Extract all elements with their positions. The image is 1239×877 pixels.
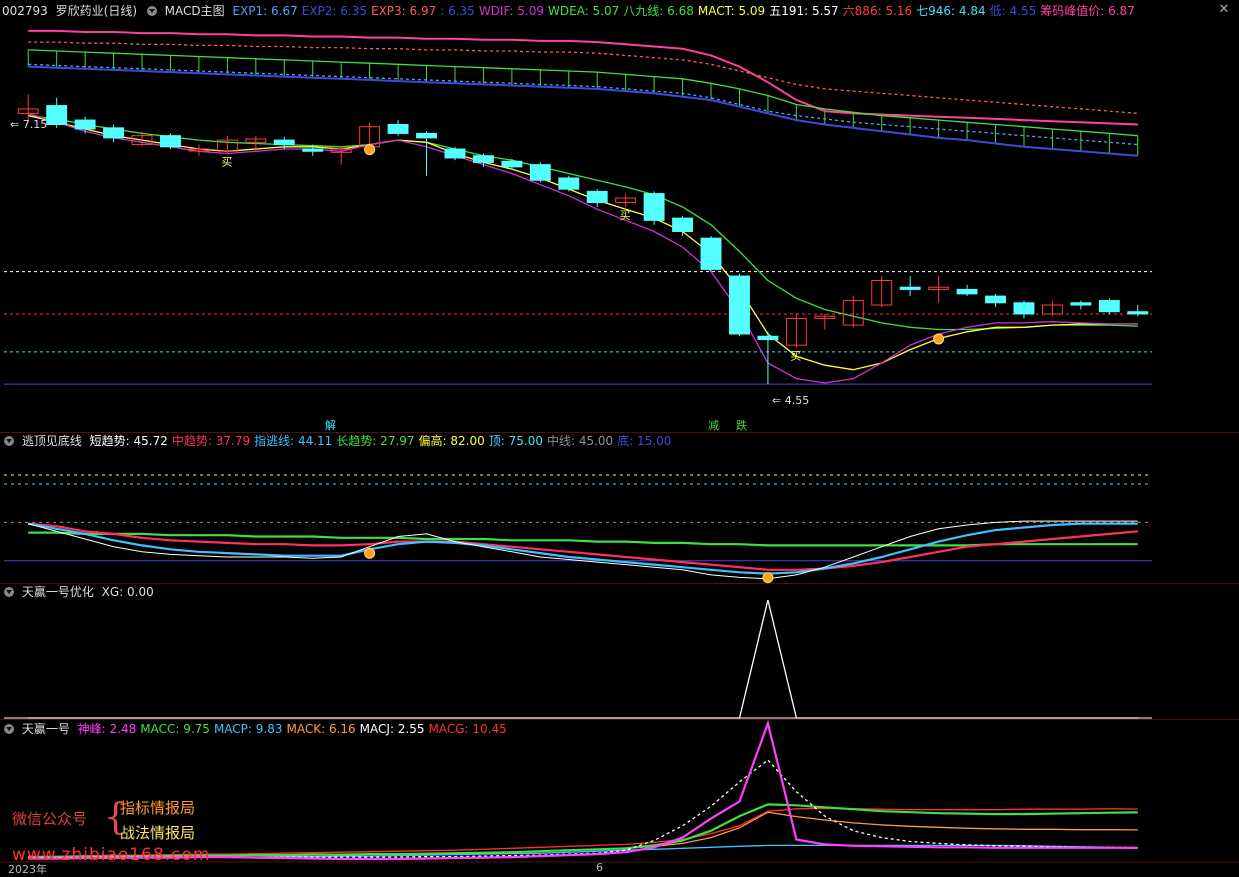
overlay-line-EXP1	[28, 63, 1138, 146]
candle-body	[1098, 300, 1120, 313]
candle-body	[1127, 311, 1149, 315]
overlay-line-WDIF	[28, 112, 1138, 384]
candle-body	[985, 295, 1006, 304]
signal-jie: 解	[325, 419, 336, 432]
candle-body	[103, 127, 125, 139]
candle-body	[956, 288, 978, 295]
series-line-指逃线	[28, 522, 1138, 575]
candle-body	[586, 190, 608, 204]
candle-body	[700, 237, 722, 270]
candle-body	[558, 177, 580, 190]
watermark-left: 微信公众号	[12, 810, 88, 828]
candle-body	[302, 148, 324, 152]
overlay-line-筹码峰值价	[28, 29, 1138, 126]
candle-body	[529, 164, 551, 181]
overlay-line-EXP3	[28, 41, 1138, 115]
candle-body	[672, 217, 694, 232]
overlay-line-MACT	[28, 114, 1138, 371]
low-price-label: ⇐ 4.55	[772, 394, 810, 407]
candle-body	[273, 139, 295, 146]
candle-body	[899, 286, 921, 290]
x-axis-mid-label: 6	[596, 861, 603, 874]
watermark-line2: 战法情报局	[120, 824, 196, 842]
candle-body	[387, 124, 409, 134]
candle-body	[729, 275, 750, 335]
candle-body	[444, 148, 466, 159]
series-line-XG	[28, 599, 1138, 719]
signal-dot	[364, 144, 376, 156]
watermark-site: www.zhibiao168.com	[12, 845, 211, 865]
candle-body	[416, 132, 437, 139]
overlay-line-低	[28, 65, 1138, 157]
low-price-value: 4.55	[784, 394, 810, 407]
signal-die: 跌	[736, 419, 747, 432]
candle-body	[74, 119, 96, 130]
candle-body	[501, 160, 523, 168]
buy-signal-label: 买	[620, 209, 631, 222]
high-price-label: ⇐ 7.15	[10, 118, 48, 131]
candle-body	[1070, 302, 1092, 306]
candle-body	[46, 105, 68, 126]
signal-dot	[364, 547, 376, 559]
signal-dot	[933, 333, 945, 345]
signal-jian: 减	[708, 419, 719, 432]
signal-dot	[762, 572, 774, 584]
candle-body	[160, 135, 181, 148]
chart-canvas[interactable]: 买买买	[0, 0, 1239, 872]
candle-body	[472, 155, 494, 163]
candle-body	[643, 193, 665, 221]
series-line-中趋势	[28, 522, 1138, 571]
buy-signal-label: 买	[790, 349, 801, 362]
overlay-line-八九线	[28, 49, 1138, 137]
series-line-短趋势	[28, 520, 1138, 580]
candle-body	[1013, 302, 1035, 315]
high-price-value: 7.15	[22, 118, 48, 131]
candle-body	[757, 335, 779, 341]
buy-signal-label: 买	[221, 155, 232, 168]
watermark-line1: 指标情报局	[120, 799, 196, 817]
